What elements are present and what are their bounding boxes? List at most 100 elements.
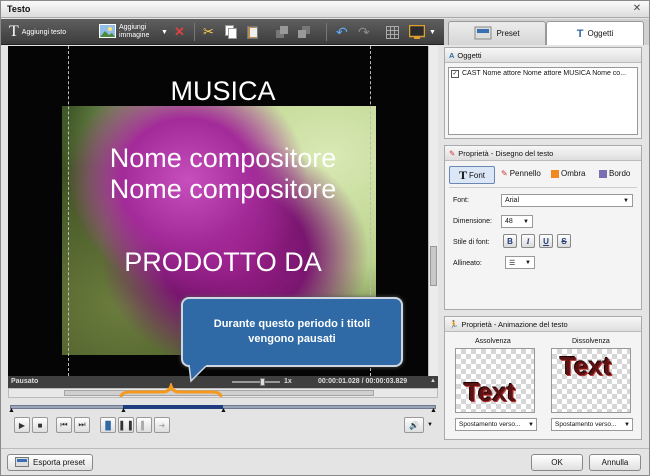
- checkbox[interactable]: ✓: [451, 69, 459, 78]
- italic-button[interactable]: I: [521, 234, 535, 248]
- end-marker-icon[interactable]: ▲: [430, 407, 437, 414]
- add-image-button[interactable]: Aggiungi immagine: [99, 22, 149, 42]
- strikethrough-button[interactable]: S: [557, 234, 571, 248]
- preview-vertical-scrollbar[interactable]: [428, 46, 438, 376]
- speed-slider-handle[interactable]: [260, 378, 265, 386]
- paste-icon[interactable]: [247, 22, 259, 42]
- animation-panel-header: 🏃 Proprietà - Animazione del testo: [445, 317, 641, 332]
- preview-text-line[interactable]: Nome compositore: [8, 143, 438, 174]
- fade-out-sample-text: Text: [560, 351, 612, 381]
- ok-button[interactable]: OK: [531, 454, 583, 471]
- align-left-icon: ▐▌: [102, 420, 114, 430]
- dialog-footer: Esporta preset OK Annulla: [1, 448, 649, 475]
- scroll-up-arrow-icon[interactable]: ▲: [430, 378, 436, 384]
- fade-out-select-value: Spostamento verso...: [555, 421, 617, 428]
- fade-in-sample-text: Text: [464, 377, 516, 407]
- tab-font[interactable]: T Font: [449, 166, 495, 184]
- brush-icon: ✎: [501, 169, 508, 178]
- screen-icon[interactable]: [409, 22, 425, 42]
- tab-objects-label: Oggetti: [587, 29, 614, 38]
- move-start-button[interactable]: ▐▌: [100, 417, 116, 433]
- image-icon: [99, 24, 116, 40]
- tab-objects[interactable]: T Oggetti: [546, 21, 644, 45]
- editor-toolbar: T Aggiungi testo Aggiungi immagine ▼ ✕ ✂: [1, 19, 444, 45]
- objects-panel-header: A Oggetti: [445, 48, 641, 63]
- volume-button[interactable]: 🔊: [404, 417, 424, 433]
- next-button[interactable]: ⏭: [74, 417, 90, 433]
- drawing-panel-title: Proprietà - Disegno del testo: [458, 148, 554, 158]
- list-item[interactable]: ✓ CAST Nome attore Nome attore MUSICA No…: [449, 68, 637, 79]
- tab-preset[interactable]: Preset: [448, 21, 546, 45]
- tab-brush[interactable]: ✎ Pennello: [501, 169, 541, 178]
- preview-text-line[interactable]: PRODOTTO DA: [8, 247, 438, 278]
- underline-button[interactable]: U: [539, 234, 553, 248]
- preview-text-line[interactable]: Nome compositore: [8, 174, 438, 205]
- fade-out-preview[interactable]: Text: [551, 348, 631, 413]
- pause-end-marker-icon[interactable]: ▲: [220, 407, 227, 414]
- delete-icon[interactable]: ✕: [174, 22, 185, 42]
- volume-icon: 🔊: [409, 420, 419, 430]
- add-text-button[interactable]: T Aggiungi testo: [9, 22, 66, 42]
- fade-in-label: Assolvenza: [475, 338, 511, 345]
- bring-forward-icon[interactable]: [275, 22, 289, 42]
- previous-button[interactable]: ⏮: [56, 417, 72, 433]
- redo-icon[interactable]: ↷: [358, 22, 370, 42]
- objects-panel-icon: A: [449, 50, 455, 60]
- font-label: Font:: [453, 197, 469, 204]
- stop-button[interactable]: ■: [32, 417, 48, 433]
- speed-slider[interactable]: [232, 378, 280, 386]
- chevron-down-icon: ▼: [523, 218, 529, 225]
- move-mid-button[interactable]: ▌▐: [118, 417, 134, 433]
- send-backward-icon[interactable]: [297, 22, 311, 42]
- tab-shadow-label: Ombra: [561, 169, 586, 178]
- list-item-label: CAST Nome attore Nome attore MUSICA Nome…: [462, 70, 627, 77]
- right-tabs: Preset T Oggetti: [444, 19, 649, 45]
- export-frame-button[interactable]: ➜: [154, 417, 170, 433]
- bold-button[interactable]: B: [503, 234, 517, 248]
- tab-preset-label: Preset: [496, 29, 520, 38]
- export-preset-label: Esporta preset: [32, 458, 86, 467]
- timeline[interactable]: ▲ ▲ ▲ ▲: [8, 400, 438, 414]
- fade-in-preview[interactable]: Text: [455, 348, 535, 413]
- playback-status: Pausato: [11, 378, 39, 385]
- chevron-down-icon[interactable]: ▼: [161, 22, 168, 42]
- drawing-panel-icon: ✎: [449, 148, 456, 158]
- start-marker-icon[interactable]: ▲: [8, 407, 15, 414]
- objects-list[interactable]: ✓ CAST Nome attore Nome attore MUSICA No…: [448, 67, 638, 135]
- font-icon: T: [458, 167, 467, 182]
- align-select[interactable]: ☰ ▼: [505, 256, 535, 269]
- size-select[interactable]: 48 ▼: [501, 215, 533, 228]
- chevron-down-icon[interactable]: ▼: [429, 22, 436, 42]
- cut-icon[interactable]: ✂: [203, 22, 214, 42]
- cancel-button[interactable]: Annulla: [589, 454, 641, 471]
- text-editor-window: Testo ✕ T Aggiungi testo Aggiungi immagi…: [0, 0, 650, 476]
- close-icon[interactable]: ✕: [631, 3, 643, 15]
- animation-panel-title: Proprietà - Animazione del testo: [461, 319, 568, 329]
- tab-shadow[interactable]: Ombra: [551, 169, 585, 178]
- pause-start-marker-icon[interactable]: ▲: [120, 407, 127, 414]
- skip-back-icon: ⏮: [60, 420, 68, 429]
- drawing-panel-header: ✎ Proprietà - Disegno del testo: [445, 146, 641, 161]
- tooltip-line-1: Durante questo periodo i titoli: [213, 318, 371, 330]
- move-end-button[interactable]: ▌: [136, 417, 152, 433]
- preview-horizontal-scrollbar[interactable]: [8, 388, 438, 398]
- font-style-label: Stile di font:: [453, 239, 490, 246]
- copy-icon[interactable]: [225, 22, 237, 42]
- size-select-value: 48: [505, 218, 513, 225]
- chevron-down-icon: ▼: [623, 197, 629, 204]
- divider: [449, 187, 637, 188]
- export-preset-button[interactable]: Esporta preset: [7, 454, 93, 471]
- grid-icon[interactable]: [386, 22, 399, 42]
- preset-icon: [474, 26, 492, 42]
- preview-text-line[interactable]: MUSICA: [8, 76, 438, 107]
- fade-in-select[interactable]: Spostamento verso... ▼: [455, 418, 537, 431]
- chevron-down-icon[interactable]: ▼: [427, 422, 433, 428]
- pause-range: [123, 405, 223, 409]
- undo-icon[interactable]: ↶: [336, 22, 348, 42]
- font-select[interactable]: Arial ▼: [501, 194, 633, 207]
- play-button[interactable]: ▶: [14, 417, 30, 433]
- scrollbar-thumb[interactable]: [430, 246, 437, 286]
- tab-border[interactable]: Bordo: [599, 169, 630, 178]
- shadow-icon: [551, 169, 559, 178]
- fade-out-select[interactable]: Spostamento verso... ▼: [551, 418, 633, 431]
